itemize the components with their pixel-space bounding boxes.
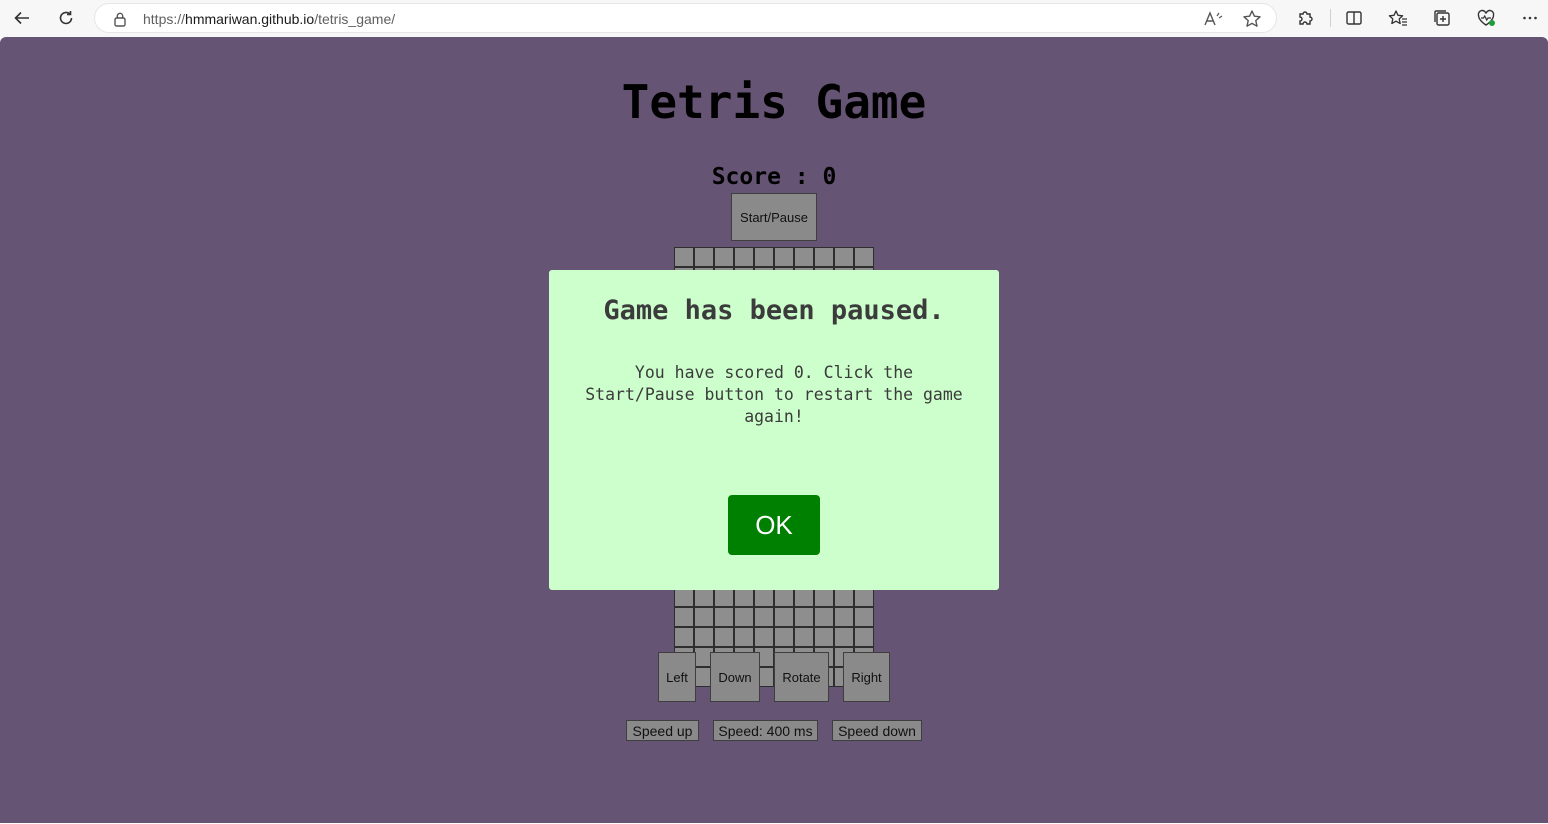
rotate-button[interactable]: Rotate xyxy=(774,652,829,702)
board-cell xyxy=(814,607,834,627)
favorite-star-icon[interactable] xyxy=(1240,9,1264,29)
board-cell xyxy=(774,247,794,267)
collections-icon[interactable] xyxy=(1427,4,1457,32)
lock-icon[interactable] xyxy=(113,11,127,32)
modal-title: Game has been paused. xyxy=(603,295,945,326)
board-cell xyxy=(734,247,754,267)
board-cell xyxy=(774,607,794,627)
board-cell xyxy=(834,247,854,267)
toolbar-separator xyxy=(1330,9,1331,27)
board-cell xyxy=(854,607,874,627)
board-cell xyxy=(834,627,854,647)
board-cell xyxy=(794,587,814,607)
board-cell xyxy=(854,587,874,607)
favorites-icon[interactable] xyxy=(1383,4,1413,32)
board-cell xyxy=(674,247,694,267)
browser-essentials-icon[interactable] xyxy=(1471,4,1501,32)
pause-modal: Game has been paused. You have scored 0.… xyxy=(549,270,999,590)
page-content: Tetris Game Score : 0 Start/Pause Left D… xyxy=(0,37,1548,823)
right-button[interactable]: Right xyxy=(843,652,890,702)
board-cell xyxy=(694,247,714,267)
more-icon[interactable] xyxy=(1515,4,1545,32)
address-bar[interactable]: https://hmmariwan.github.io/tetris_game/ xyxy=(94,3,1277,33)
board-cell xyxy=(734,587,754,607)
score-display: Score : 0 xyxy=(711,164,837,190)
modal-message: You have scored 0. Click the Start/Pause… xyxy=(585,363,963,426)
speed-display: Speed: 400 ms xyxy=(713,720,818,741)
board-cell xyxy=(694,627,714,647)
board-cell xyxy=(714,247,734,267)
board-cell xyxy=(794,627,814,647)
ok-button[interactable]: OK xyxy=(728,495,820,555)
board-cell xyxy=(834,607,854,627)
board-cell xyxy=(814,627,834,647)
back-arrow-icon[interactable] xyxy=(7,4,37,32)
page-title: Tetris Game xyxy=(621,75,927,129)
board-cell xyxy=(674,587,694,607)
down-button[interactable]: Down xyxy=(710,652,760,702)
board-cell xyxy=(714,607,734,627)
url-text[interactable]: https://hmmariwan.github.io/tetris_game/ xyxy=(143,11,395,27)
board-cell xyxy=(774,587,794,607)
start-pause-button[interactable]: Start/Pause xyxy=(731,193,817,241)
board-cell xyxy=(854,247,874,267)
board-cell xyxy=(674,607,694,627)
board-cell xyxy=(814,247,834,267)
board-cell xyxy=(674,627,694,647)
board-cell xyxy=(754,627,774,647)
board-cell xyxy=(834,587,854,607)
board-cell xyxy=(814,587,834,607)
board-cell xyxy=(754,587,774,607)
board-cell xyxy=(794,247,814,267)
board-cell xyxy=(694,587,714,607)
board-cell xyxy=(734,607,754,627)
board-cell xyxy=(714,627,734,647)
read-aloud-icon[interactable] xyxy=(1201,9,1225,29)
board-cell xyxy=(794,607,814,627)
browser-toolbar: https://hmmariwan.github.io/tetris_game/ xyxy=(0,0,1548,37)
board-cell xyxy=(734,627,754,647)
split-screen-icon[interactable] xyxy=(1339,4,1369,32)
extensions-icon[interactable] xyxy=(1290,4,1320,32)
board-cell xyxy=(714,587,734,607)
board-cell xyxy=(754,247,774,267)
speed-up-button[interactable]: Speed up xyxy=(626,720,699,741)
board-cell xyxy=(754,607,774,627)
board-cell xyxy=(774,627,794,647)
refresh-icon[interactable] xyxy=(51,4,81,32)
board-cell xyxy=(854,627,874,647)
speed-down-button[interactable]: Speed down xyxy=(832,720,922,741)
left-button[interactable]: Left xyxy=(658,652,696,702)
board-cell xyxy=(694,607,714,627)
